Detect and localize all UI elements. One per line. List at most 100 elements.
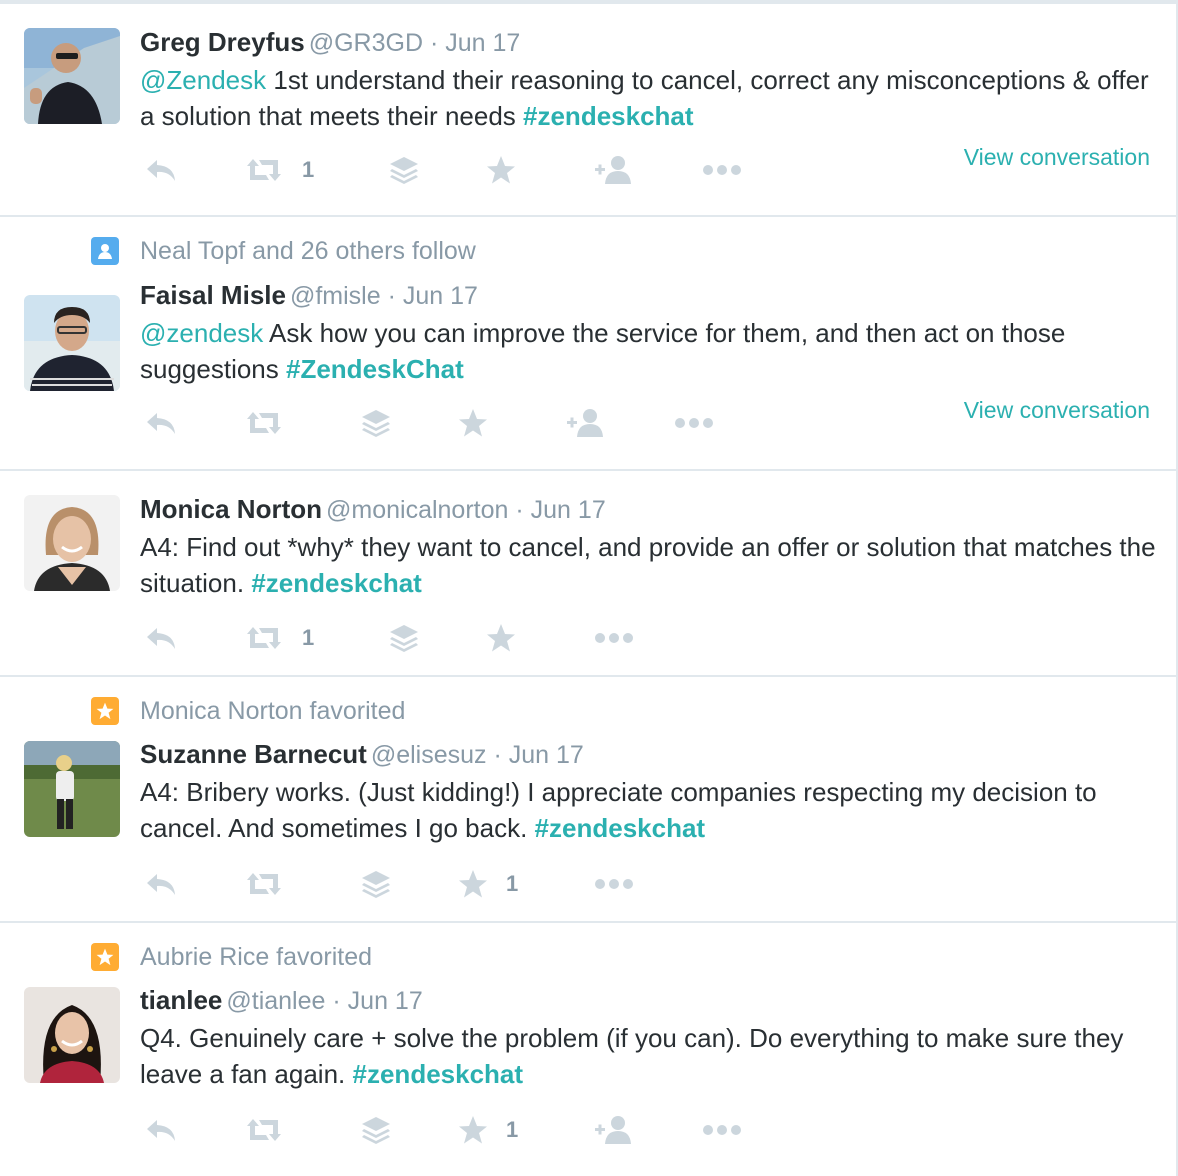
separator: · bbox=[515, 496, 524, 524]
separator: · bbox=[332, 987, 341, 1015]
reply-button[interactable] bbox=[144, 618, 178, 658]
retweet-button[interactable] bbox=[244, 864, 284, 904]
tweet-text: @Zendesk 1st understand their reasoning … bbox=[140, 62, 1160, 134]
tweet-text: @zendesk Ask how you can improve the ser… bbox=[140, 315, 1160, 387]
author-name[interactable]: Greg Dreyfus bbox=[140, 27, 305, 57]
buffer-button[interactable] bbox=[388, 150, 420, 190]
avatar[interactable] bbox=[24, 495, 120, 591]
tweet[interactable]: Monica Norton @monicalnorton · Jun 17 A4:… bbox=[0, 471, 1176, 677]
person-icon bbox=[91, 237, 119, 265]
tweet-date[interactable]: Jun 17 bbox=[445, 29, 520, 57]
author-handle[interactable]: @monicalnorton bbox=[326, 496, 508, 524]
mention-link[interactable]: @zendesk bbox=[140, 318, 263, 348]
mention-link[interactable]: @Zendesk bbox=[140, 65, 266, 95]
buffer-button[interactable] bbox=[360, 1110, 392, 1150]
author-name[interactable]: Suzanne Barnecut bbox=[140, 739, 367, 769]
reply-icon bbox=[147, 1120, 175, 1141]
tweet-context: Aubrie Rice favorited bbox=[91, 943, 372, 971]
star-icon bbox=[459, 870, 487, 898]
follow-button[interactable] bbox=[566, 403, 606, 443]
reply-button[interactable] bbox=[144, 864, 178, 904]
tweet-header: Monica Norton @monicalnorton · Jun 17 bbox=[140, 493, 606, 526]
follow-button[interactable] bbox=[594, 1110, 634, 1150]
tweet-date[interactable]: Jun 17 bbox=[531, 496, 606, 524]
more-icon bbox=[595, 879, 633, 889]
retweet-button[interactable] bbox=[244, 1110, 284, 1150]
retweet-icon bbox=[247, 873, 281, 895]
view-conversation-link[interactable]: View conversation bbox=[964, 144, 1150, 171]
retweet-button[interactable]: 1 bbox=[244, 618, 314, 658]
star-icon bbox=[91, 697, 119, 725]
favorite-count: 1 bbox=[506, 871, 519, 896]
stack-icon bbox=[390, 157, 418, 184]
stack-icon bbox=[362, 871, 390, 898]
avatar[interactable] bbox=[24, 987, 120, 1083]
author-name[interactable]: Faisal Misle bbox=[140, 280, 286, 310]
favorite-button[interactable] bbox=[458, 403, 488, 443]
avatar[interactable] bbox=[24, 295, 120, 391]
context-text[interactable]: Monica Norton favorited bbox=[140, 697, 405, 726]
hashtag-link[interactable]: #zendeskchat bbox=[251, 568, 422, 598]
more-button[interactable] bbox=[702, 150, 742, 190]
buffer-button[interactable] bbox=[360, 403, 392, 443]
retweet-icon bbox=[247, 159, 281, 181]
context-text[interactable]: Aubrie Rice favorited bbox=[140, 943, 372, 972]
view-conversation-link[interactable]: View conversation bbox=[964, 397, 1150, 424]
author-handle[interactable]: @GR3GD bbox=[309, 29, 423, 57]
favorite-button[interactable] bbox=[486, 618, 516, 658]
reply-button[interactable] bbox=[144, 403, 178, 443]
favorite-button[interactable]: 1 bbox=[458, 1110, 518, 1150]
tweet-date[interactable]: Jun 17 bbox=[348, 987, 423, 1015]
retweet-count: 1 bbox=[302, 625, 315, 650]
author-handle[interactable]: @fmisle bbox=[290, 282, 381, 310]
tweet-body: Q4. Genuinely care + solve the problem (… bbox=[140, 1023, 1124, 1089]
follow-button[interactable] bbox=[594, 150, 634, 190]
context-text[interactable]: Neal Topf and 26 others follow bbox=[140, 237, 476, 266]
avatar[interactable] bbox=[24, 28, 120, 124]
tweet-date[interactable]: Jun 17 bbox=[509, 741, 584, 769]
tweet[interactable]: Greg Dreyfus @GR3GD · Jun 17 @Zendesk 1st… bbox=[0, 4, 1176, 217]
tweet[interactable]: Neal Topf and 26 others follow Faisal Mi… bbox=[0, 217, 1176, 471]
tweet-text: A4: Bribery works. (Just kidding!) I app… bbox=[140, 774, 1160, 846]
tweet-header: Suzanne Barnecut @elisesuz · Jun 17 bbox=[140, 738, 584, 771]
tweet[interactable]: Monica Norton favorited Suzanne Barnecut… bbox=[0, 677, 1176, 923]
star-icon bbox=[91, 943, 119, 971]
tweet-text: Q4. Genuinely care + solve the problem (… bbox=[140, 1020, 1160, 1092]
author-handle[interactable]: @tianlee bbox=[226, 987, 325, 1015]
star-icon bbox=[487, 624, 515, 652]
hashtag-link[interactable]: #ZendeskChat bbox=[286, 354, 464, 384]
buffer-button[interactable] bbox=[388, 618, 420, 658]
tweet-actions: 1 bbox=[140, 1110, 800, 1150]
stack-icon bbox=[362, 410, 390, 437]
reply-button[interactable] bbox=[144, 150, 178, 190]
retweet-button[interactable]: 1 bbox=[244, 150, 314, 190]
tweet-date[interactable]: Jun 17 bbox=[403, 282, 478, 310]
author-handle[interactable]: @elisesuz bbox=[371, 741, 487, 769]
tweet[interactable]: Aubrie Rice favorited tianlee @tianlee · … bbox=[0, 923, 1176, 1176]
tweet-text: A4: Find out *why* they want to cancel, … bbox=[140, 529, 1160, 601]
buffer-button[interactable] bbox=[360, 864, 392, 904]
hashtag-link[interactable]: #zendeskchat bbox=[523, 101, 694, 131]
separator: · bbox=[493, 741, 502, 769]
hashtag-link[interactable]: #zendeskchat bbox=[353, 1059, 524, 1089]
favorite-button[interactable]: 1 bbox=[458, 864, 518, 904]
hashtag-link[interactable]: #zendeskchat bbox=[535, 813, 706, 843]
more-button[interactable] bbox=[594, 618, 634, 658]
reply-icon bbox=[147, 160, 175, 181]
favorite-button[interactable] bbox=[486, 150, 516, 190]
author-name[interactable]: Monica Norton bbox=[140, 494, 322, 524]
more-button[interactable] bbox=[594, 864, 634, 904]
more-button[interactable] bbox=[702, 1110, 742, 1150]
tweet-body: Ask how you can improve the service for … bbox=[140, 318, 1066, 384]
retweet-button[interactable] bbox=[244, 403, 284, 443]
favorite-count: 1 bbox=[506, 1117, 519, 1142]
star-icon bbox=[459, 1116, 487, 1144]
retweet-icon bbox=[247, 1119, 281, 1141]
reply-button[interactable] bbox=[144, 1110, 178, 1150]
tweet-actions: 1 bbox=[140, 864, 800, 904]
tweet-context: Monica Norton favorited bbox=[91, 697, 405, 725]
retweet-count: 1 bbox=[302, 157, 315, 182]
author-name[interactable]: tianlee bbox=[140, 985, 222, 1015]
avatar[interactable] bbox=[24, 741, 120, 837]
more-button[interactable] bbox=[674, 403, 714, 443]
